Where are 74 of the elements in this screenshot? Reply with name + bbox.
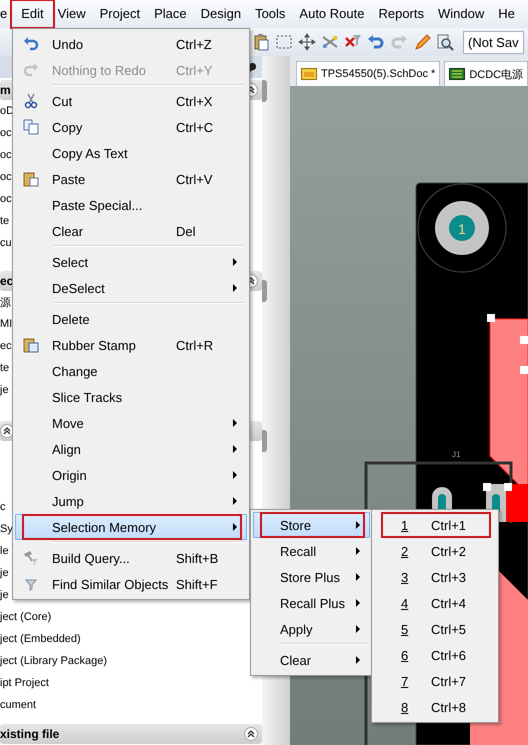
- menu-item[interactable]: Rubber Stamp Ctrl+R: [15, 332, 247, 358]
- menu-item[interactable]: DeSelect: [15, 275, 247, 301]
- menu-item[interactable]: Recall: [253, 538, 370, 564]
- menu-item[interactable]: Jump: [15, 488, 247, 514]
- menu-item[interactable]: 1 Ctrl+1: [374, 512, 496, 538]
- menu-bar-item[interactable]: Place: [147, 3, 194, 25]
- panel-item[interactable]: oc: [0, 149, 12, 161]
- menu-item[interactable]: Align: [15, 436, 247, 462]
- menu-item[interactable]: Move: [15, 410, 247, 436]
- panel-item[interactable]: te: [0, 215, 10, 227]
- designator-label: J1: [452, 450, 460, 459]
- panel-item[interactable]: Sy: [0, 523, 13, 535]
- menu-bar-item[interactable]: Design: [194, 3, 248, 25]
- panel-item[interactable]: 源: [0, 294, 11, 310]
- menu-item[interactable]: Change: [15, 358, 247, 384]
- menu-bar-item[interactable]: View: [50, 3, 93, 25]
- section-title: ec: [0, 274, 14, 288]
- menu-bar-item[interactable]: Tools: [248, 3, 292, 25]
- menu-item[interactable]: 5 Ctrl+5: [374, 616, 496, 642]
- menu-item[interactable]: Apply: [253, 616, 370, 642]
- menu-item[interactable]: Clear Del: [15, 218, 247, 244]
- menu-item[interactable]: Clear: [253, 647, 370, 673]
- panel-item[interactable]: oc: [0, 127, 12, 139]
- panel-item[interactable]: c: [0, 501, 6, 513]
- menu-item[interactable]: Cut Ctrl+X: [15, 88, 247, 114]
- menu-bar-item[interactable]: He: [491, 3, 522, 25]
- menu-item[interactable]: Slice Tracks: [15, 384, 247, 410]
- menu-item[interactable]: Select: [15, 249, 247, 275]
- menu-item[interactable]: Store Plus: [253, 564, 370, 590]
- menu-item[interactable]: Paste Special...: [15, 192, 247, 218]
- menu-item[interactable]: Copy Ctrl+C: [15, 114, 247, 140]
- menu-item[interactable]: 3 Ctrl+3: [374, 564, 496, 590]
- menu-bar-item[interactable]: Window: [431, 3, 492, 25]
- panel-item[interactable]: ject (Library Package): [0, 655, 107, 667]
- menu-bar-item[interactable]: Auto Route: [292, 3, 372, 25]
- pad-number: 1: [458, 221, 466, 237]
- menu-item[interactable]: Undo Ctrl+Z: [15, 31, 247, 57]
- panel-item[interactable]: je: [0, 589, 9, 601]
- menu-item[interactable]: Selection Memory: [15, 514, 247, 540]
- panel-item[interactable]: oc: [0, 193, 12, 205]
- panel-item[interactable]: te: [0, 362, 10, 374]
- menu-item[interactable]: Copy As Text: [15, 140, 247, 166]
- menu-bar-item[interactable]: Project: [92, 3, 148, 25]
- panel-item[interactable]: ject (Embedded): [0, 633, 81, 645]
- menu-item[interactable]: 7 Ctrl+7: [374, 668, 496, 694]
- menu-item[interactable]: 8 Ctrl+8: [374, 694, 496, 720]
- menu-bar-item[interactable]: Reports: [371, 3, 431, 25]
- menu-item[interactable]: 6 Ctrl+6: [374, 642, 496, 668]
- section-title: xisting file: [0, 727, 60, 741]
- panel-item[interactable]: ject (Core): [0, 611, 52, 623]
- section-header[interactable]: xisting file: [0, 724, 262, 744]
- panel-item[interactable]: ipt Project: [0, 677, 49, 689]
- menu-item[interactable]: Paste Ctrl+V: [15, 166, 247, 192]
- menu-item[interactable]: Store: [253, 512, 370, 538]
- panel-item[interactable]: cu: [0, 237, 12, 249]
- document-tab[interactable]: DCDC电源: [444, 61, 528, 86]
- combo-box[interactable]: (Not Sav: [463, 30, 524, 54]
- panel-item[interactable]: cument: [0, 699, 36, 711]
- menu-bar-item[interactable]: e: [0, 3, 14, 25]
- section-title: m: [0, 83, 11, 97]
- menu-item[interactable]: Origin: [15, 462, 247, 488]
- panel-item[interactable]: je: [0, 567, 9, 579]
- panel-item[interactable]: le: [0, 545, 9, 557]
- panel-item[interactable]: je: [0, 384, 9, 396]
- menu-item[interactable]: Find Similar Objects Shift+F: [15, 571, 247, 597]
- menu-item[interactable]: 2 Ctrl+2: [374, 538, 496, 564]
- menu-item[interactable]: Build Query... Shift+B: [15, 545, 247, 571]
- panel-item[interactable]: oc: [0, 171, 12, 183]
- document-tab[interactable]: TPS54550(5).SchDoc *: [296, 61, 440, 86]
- panel-item[interactable]: ec: [0, 340, 12, 352]
- menu-item[interactable]: Delete: [15, 306, 247, 332]
- menu-item[interactable]: Recall Plus: [253, 590, 370, 616]
- panel-item[interactable]: MI: [0, 318, 12, 330]
- menu-item[interactable]: 4 Ctrl+4: [374, 590, 496, 616]
